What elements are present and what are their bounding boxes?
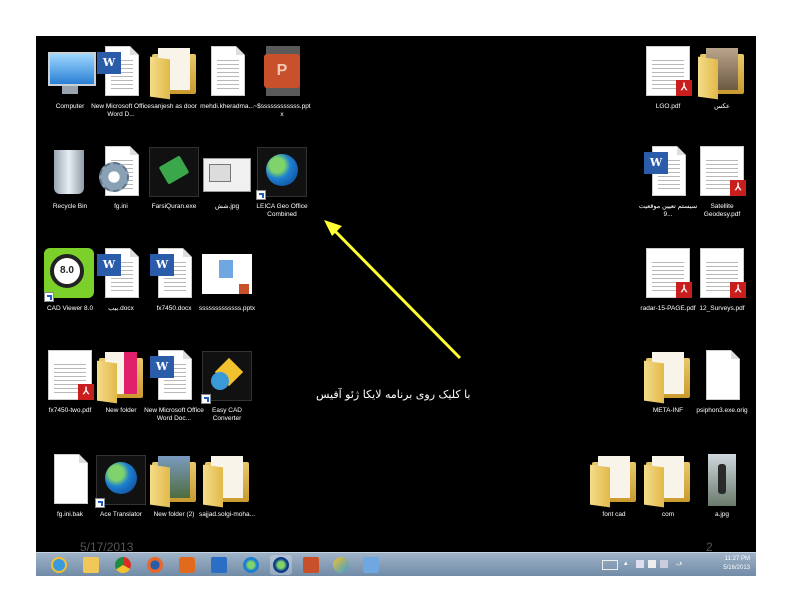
taskbar-network[interactable] [360, 555, 382, 575]
chrome-icon [115, 557, 131, 573]
language-icon[interactable]: ف [676, 560, 684, 568]
remote-desktop-icon [211, 557, 227, 573]
keyboard-icon[interactable] [602, 560, 618, 570]
network-status-icon[interactable] [648, 560, 656, 568]
internet-explorer-icon [51, 557, 67, 573]
system-tray: ▴ ف 11:27 PM 5/16/2013 [602, 553, 752, 576]
clock-date[interactable]: 5/16/2013 [723, 565, 750, 571]
globe-icon [243, 557, 259, 573]
taskbar-powerpoint[interactable] [300, 555, 322, 575]
taskbar-file-explorer[interactable] [80, 555, 102, 575]
firefox-icon [147, 557, 163, 573]
flag-icon[interactable] [636, 560, 644, 568]
show-hidden-icons-icon[interactable]: ▴ [624, 559, 632, 567]
paint-icon [333, 557, 349, 573]
clock-time[interactable]: 11:27 PM [725, 556, 750, 562]
powerpoint-icon [303, 557, 319, 573]
slide-screenshot: Computer Recycle Bin 8.0 CAD Viewer 8.0 … [36, 36, 756, 576]
taskbar: ▴ ف 11:27 PM 5/16/2013 [36, 552, 756, 576]
file-explorer-icon [83, 557, 99, 573]
annotation-caption: با کلیک روی برنامه لایکا ژئو آفیس [316, 388, 471, 401]
taskbar-media-player[interactable] [176, 555, 198, 575]
taskbar-leica[interactable] [270, 555, 292, 575]
volume-icon[interactable] [660, 560, 668, 568]
media-player-icon [179, 557, 195, 573]
taskbar-globe[interactable] [240, 555, 262, 575]
leica-icon [273, 557, 289, 573]
annotation-arrow [324, 220, 462, 360]
taskbar-chrome[interactable] [112, 555, 134, 575]
taskbar-paint[interactable] [330, 555, 352, 575]
taskbar-internet-explorer[interactable] [48, 555, 70, 575]
taskbar-firefox[interactable] [144, 555, 166, 575]
taskbar-remote-desktop[interactable] [208, 555, 230, 575]
network-icon [363, 557, 379, 573]
